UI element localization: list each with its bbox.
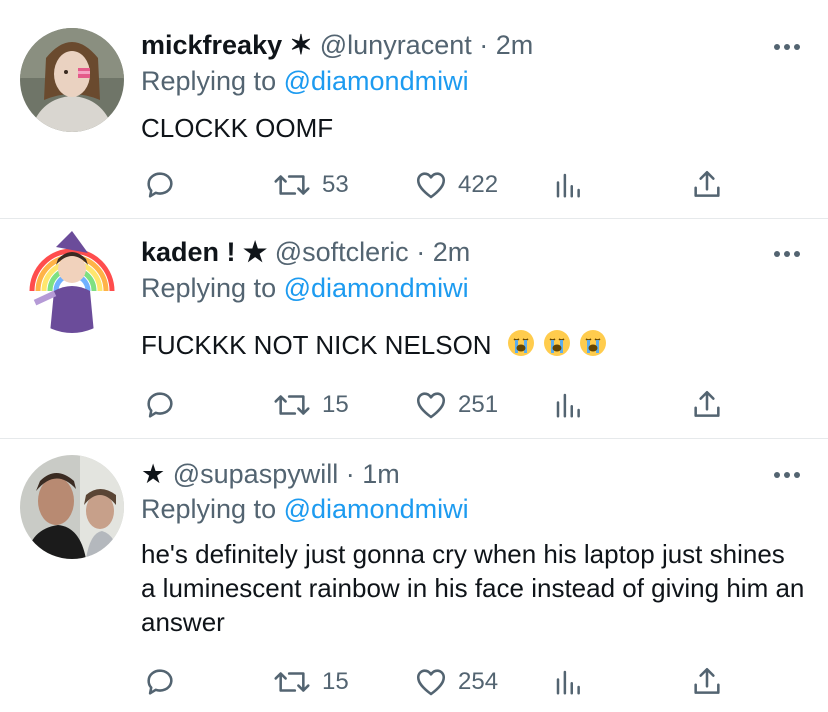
tweet-text-content: CLOCKK OOMF bbox=[141, 113, 334, 143]
tweet[interactable]: kaden ! ★ @softcleric · 2m Replying to @… bbox=[0, 219, 828, 438]
replying-to-link[interactable]: @diamondmiwi bbox=[284, 273, 469, 303]
like-button[interactable]: 251 bbox=[414, 388, 498, 422]
heart-icon bbox=[416, 172, 446, 199]
analytics-icon bbox=[556, 670, 580, 695]
timestamp[interactable]: 2m bbox=[496, 30, 534, 60]
reply-icon bbox=[147, 172, 173, 198]
heart-icon bbox=[416, 669, 446, 696]
reply-button[interactable] bbox=[143, 168, 177, 202]
handle[interactable]: @lunyracent bbox=[320, 30, 472, 60]
share-icon bbox=[694, 170, 720, 197]
retweet-count: 15 bbox=[322, 668, 349, 695]
like-count: 422 bbox=[458, 171, 499, 198]
separator: · bbox=[479, 30, 489, 60]
retweet-button[interactable]: 15 bbox=[272, 665, 349, 699]
tweet-text: CLOCKK OOMF bbox=[141, 111, 806, 145]
more-horizontal-icon[interactable] bbox=[772, 468, 802, 482]
loudly-crying-face-emoji bbox=[507, 330, 534, 356]
analytics-button[interactable] bbox=[553, 168, 583, 202]
replying-to-link[interactable]: @diamondmiwi bbox=[284, 66, 469, 96]
tweet-text-content: FUCKKK NOT NICK NELSON bbox=[141, 330, 492, 360]
like-count: 251 bbox=[458, 391, 499, 418]
more-horizontal-icon[interactable] bbox=[772, 40, 802, 54]
share-icon bbox=[694, 390, 720, 417]
tweet-text: FUCKKK NOT NICK NELSON bbox=[141, 328, 806, 362]
retweet-count: 15 bbox=[322, 391, 349, 418]
retweet-count: 53 bbox=[322, 171, 349, 198]
timestamp[interactable]: 1m bbox=[362, 459, 400, 489]
avatar[interactable] bbox=[20, 455, 124, 559]
more-horizontal-icon[interactable] bbox=[772, 247, 802, 261]
analytics-icon bbox=[556, 173, 580, 198]
tweet-header: kaden ! ★ @softcleric · 2m bbox=[141, 236, 470, 268]
reply-icon bbox=[147, 392, 173, 418]
tweet-header: mickfreaky ✶ @lunyracent · 2m bbox=[141, 29, 533, 61]
tweet[interactable]: mickfreaky ✶ @lunyracent · 2m Replying t… bbox=[0, 0, 828, 218]
analytics-icon bbox=[556, 393, 580, 418]
loudly-crying-face-emoji bbox=[579, 330, 606, 356]
share-icon bbox=[694, 667, 720, 694]
retweet-icon bbox=[274, 395, 310, 415]
retweet-icon bbox=[274, 672, 310, 692]
replying-prefix: Replying to bbox=[141, 273, 277, 303]
share-button[interactable] bbox=[690, 665, 724, 699]
loudly-crying-face-emoji bbox=[543, 330, 570, 356]
display-name[interactable]: mickfreaky ✶ bbox=[141, 30, 312, 60]
display-name[interactable]: ★ bbox=[141, 459, 165, 489]
reply-icon bbox=[147, 669, 173, 695]
replying-to: Replying to @diamondmiwi bbox=[141, 493, 469, 525]
reply-button[interactable] bbox=[143, 388, 177, 422]
analytics-button[interactable] bbox=[553, 665, 583, 699]
display-name[interactable]: kaden ! ★ bbox=[141, 237, 267, 267]
replying-prefix: Replying to bbox=[141, 494, 277, 524]
tweet-text: he's definitely just gonna cry when his … bbox=[141, 537, 806, 639]
reply-button[interactable] bbox=[143, 665, 177, 699]
separator: · bbox=[345, 459, 355, 489]
retweet-button[interactable]: 15 bbox=[272, 388, 349, 422]
tweet[interactable]: ★ @supaspywill · 1m Replying to @diamond… bbox=[0, 439, 828, 712]
like-button[interactable]: 422 bbox=[414, 168, 498, 202]
share-button[interactable] bbox=[690, 168, 724, 202]
retweet-icon bbox=[274, 175, 310, 195]
like-count: 254 bbox=[458, 668, 499, 695]
avatar[interactable] bbox=[20, 229, 124, 333]
replying-to: Replying to @diamondmiwi bbox=[141, 65, 469, 97]
handle[interactable]: @supaspywill bbox=[173, 459, 338, 489]
timestamp[interactable]: 2m bbox=[433, 237, 471, 267]
replying-to-link[interactable]: @diamondmiwi bbox=[284, 494, 469, 524]
tweet-text-content: he's definitely just gonna cry when his … bbox=[141, 539, 805, 637]
separator: · bbox=[416, 237, 426, 267]
avatar[interactable] bbox=[20, 28, 124, 132]
heart-icon bbox=[416, 392, 446, 419]
share-button[interactable] bbox=[690, 388, 724, 422]
analytics-button[interactable] bbox=[553, 388, 583, 422]
retweet-button[interactable]: 53 bbox=[272, 168, 349, 202]
replying-to: Replying to @diamondmiwi bbox=[141, 272, 469, 304]
handle[interactable]: @softcleric bbox=[275, 237, 409, 267]
like-button[interactable]: 254 bbox=[414, 665, 498, 699]
tweet-header: ★ @supaspywill · 1m bbox=[141, 458, 400, 490]
replying-prefix: Replying to bbox=[141, 66, 277, 96]
